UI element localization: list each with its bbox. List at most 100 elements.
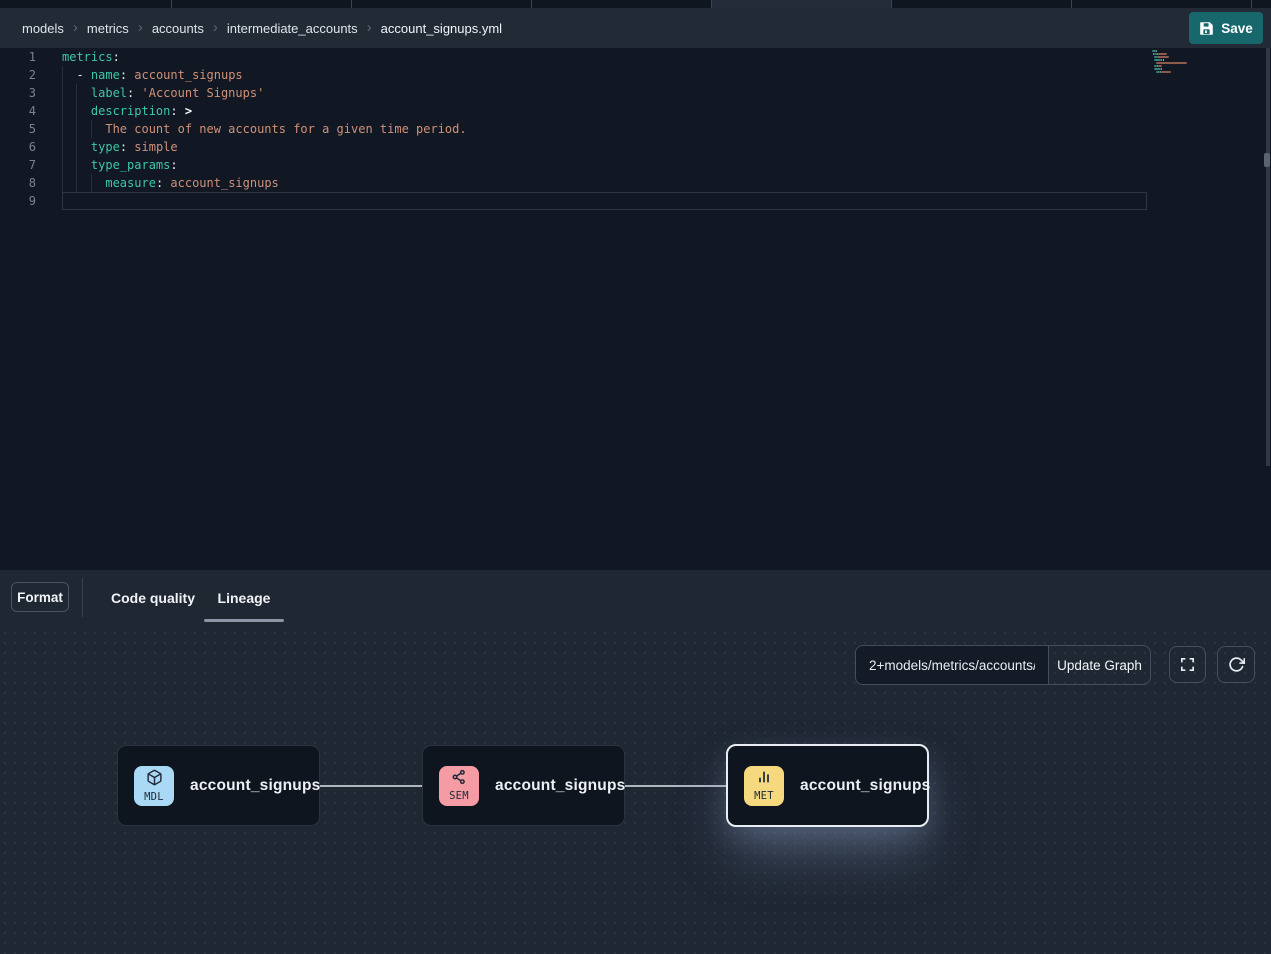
code-token: account_signups	[127, 68, 243, 82]
refresh-button[interactable]	[1217, 646, 1255, 683]
breadcrumb-separator-icon: ›	[73, 20, 78, 35]
code-line: measure: account_signups	[62, 174, 279, 192]
editor-tab[interactable]	[0, 0, 172, 8]
line-number: 4	[0, 102, 36, 120]
code-line: type: simple	[62, 138, 178, 156]
code-token: :	[120, 140, 127, 154]
indent-guide	[62, 66, 63, 84]
code-token	[84, 68, 91, 82]
editor-scrollbar[interactable]	[1266, 48, 1270, 466]
editor-tab[interactable]	[892, 0, 1072, 8]
code-line: - name: account_signups	[62, 66, 243, 84]
lineage-selector-input[interactable]	[856, 646, 1048, 684]
update-graph-button[interactable]: Update Graph	[1048, 646, 1150, 684]
minimap-token	[1158, 65, 1162, 67]
breadcrumb-item-models[interactable]: models	[22, 21, 64, 36]
minimap-line	[1152, 68, 1212, 70]
lineage-node-mdl[interactable]: MDL account_signups	[117, 745, 320, 826]
minimap-line	[1152, 50, 1212, 52]
code-line: label: 'Account Signups'	[62, 84, 264, 102]
tab-lineage[interactable]: Lineage	[204, 578, 284, 618]
indent-guide	[62, 138, 63, 156]
indent-guide	[76, 120, 77, 138]
code-line: metrics:	[62, 48, 120, 66]
node-type-badge-met: MET	[744, 766, 784, 806]
breadcrumb-item-accounts[interactable]: accounts	[152, 21, 204, 36]
editor-tab-strip	[0, 0, 1271, 8]
editor-minimap[interactable]	[1152, 50, 1212, 74]
line-number: 2	[0, 66, 36, 84]
floppy-disk-icon	[1199, 21, 1214, 36]
code-line: description: >	[62, 102, 192, 120]
code-line: type_params:	[62, 156, 178, 174]
code-token: metrics	[62, 50, 113, 64]
code-token: :	[113, 50, 120, 64]
indent-guide	[62, 84, 63, 102]
minimap-line	[1152, 71, 1212, 73]
breadcrumb-item-account_signups.yml[interactable]: account_signups.yml	[381, 21, 502, 36]
indent-guide	[62, 120, 63, 138]
network-icon	[451, 769, 467, 790]
line-number: 7	[0, 156, 36, 174]
node-name-label: account_signups	[190, 777, 320, 795]
code-token: name	[91, 68, 120, 82]
code-token: -	[76, 68, 83, 82]
indent-guide	[76, 156, 77, 174]
editor-tab[interactable]	[1072, 0, 1252, 8]
breadcrumb-item-intermediate_accounts[interactable]: intermediate_accounts	[227, 21, 358, 36]
scrollbar-handle[interactable]	[1264, 153, 1270, 167]
indent-guide	[62, 174, 63, 192]
line-number: 5	[0, 120, 36, 138]
format-button[interactable]: Format	[11, 582, 69, 612]
fullscreen-button[interactable]	[1169, 646, 1206, 683]
breadcrumb-item-metrics[interactable]: metrics	[87, 21, 129, 36]
tab-code-quality[interactable]: Code quality	[103, 578, 203, 618]
editor-tab[interactable]	[172, 0, 352, 8]
node-type-badge-sem: SEM	[439, 766, 479, 806]
editor-tab-active[interactable]	[712, 0, 892, 8]
code-token: measure	[105, 176, 156, 190]
editor-tab[interactable]	[1252, 0, 1271, 8]
breadcrumb-separator-icon: ›	[367, 20, 372, 35]
indent-guide	[91, 174, 92, 192]
minimap-line	[1152, 65, 1212, 67]
save-button[interactable]: Save	[1189, 12, 1263, 44]
code-token: simple	[127, 140, 178, 154]
code-token: The count of new accounts for a given ti…	[105, 122, 466, 136]
code-token: >	[185, 104, 192, 118]
code-token: :	[170, 158, 177, 172]
code-token	[178, 104, 185, 118]
editor-tab[interactable]	[532, 0, 712, 8]
indent-guide	[62, 156, 63, 174]
divider	[82, 578, 83, 617]
line-number: 8	[0, 174, 36, 192]
breadcrumb: models›metrics›accounts›intermediate_acc…	[22, 21, 502, 36]
code-token	[62, 176, 105, 190]
minimap-token	[1154, 68, 1161, 70]
editor-tab[interactable]	[352, 0, 532, 8]
save-button-label: Save	[1221, 21, 1253, 36]
node-name-label: account_signups	[800, 777, 930, 795]
bar-chart-icon	[756, 769, 772, 790]
minimap-token	[1156, 50, 1157, 52]
node-type-label: MDL	[144, 791, 164, 803]
minimap-token	[1154, 59, 1161, 61]
minimap-token	[1158, 53, 1168, 55]
lineage-canvas[interactable]: Update Graph MDLaccount_signupsSEMaccoun…	[0, 628, 1271, 954]
code-token: type_params	[91, 158, 170, 172]
code-line: The count of new accounts for a given ti…	[62, 120, 467, 138]
code-editor[interactable]: 123456789 metrics: - name: account_signu…	[0, 48, 1271, 570]
line-number: 3	[0, 84, 36, 102]
indent-guide	[62, 102, 63, 120]
lineage-node-met[interactable]: MET account_signups	[726, 744, 929, 827]
tab-label: Lineage	[218, 590, 271, 606]
lineage-edge	[320, 785, 422, 787]
lineage-node-sem[interactable]: SEMaccount_signups	[422, 745, 625, 826]
code-token: description	[91, 104, 170, 118]
cube-icon	[146, 769, 163, 791]
minimap-token	[1158, 56, 1169, 58]
indent-guide	[76, 102, 77, 120]
node-type-label: SEM	[449, 790, 469, 802]
tab-label: Code quality	[111, 590, 195, 606]
code-token: 'Account Signups'	[134, 86, 264, 100]
